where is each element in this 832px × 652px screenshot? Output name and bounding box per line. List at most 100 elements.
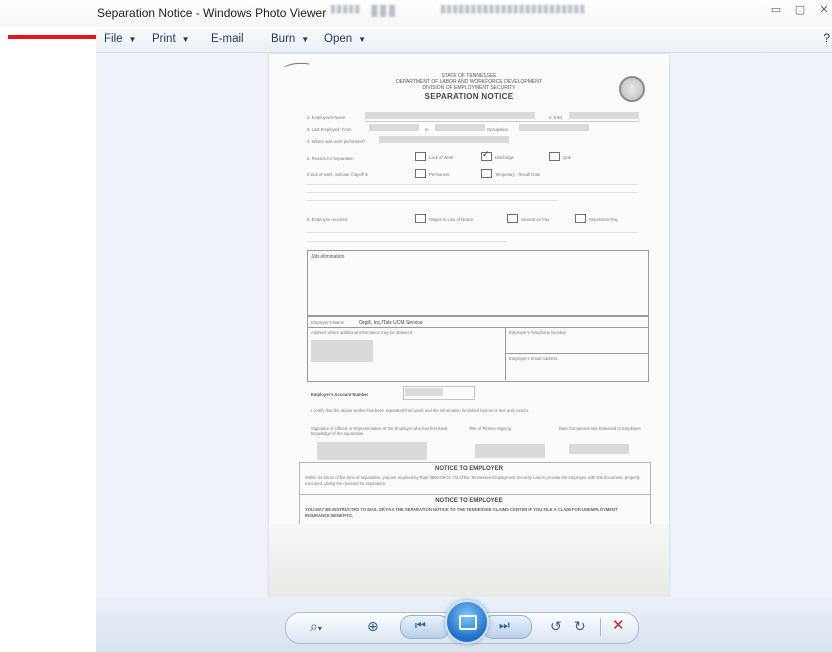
occupation-label: Occupation [487, 127, 509, 132]
magnifier-icon[interactable]: ⌕▾ [310, 619, 322, 635]
to-label: to [425, 127, 429, 132]
notice-employer-heading: NOTICE TO EMPLOYER [435, 466, 503, 472]
rule [307, 200, 557, 201]
employer-phone-label: Employer's Telephone Number [509, 330, 567, 335]
rule [307, 184, 637, 185]
background-ribbon-blur: ▮▮▮ [370, 2, 397, 19]
discharge-label: Discharge [495, 155, 514, 160]
signature-label: Signature of Official or Representative … [311, 426, 448, 436]
redacted-field [365, 112, 535, 119]
toolbar-separator [600, 618, 601, 636]
redacted-account [405, 388, 443, 396]
notice-box [299, 462, 651, 532]
file-menu[interactable]: File ▼ [104, 33, 136, 45]
file-menu-label: File [104, 33, 123, 45]
close-icon[interactable]: ✕ [816, 3, 832, 17]
rule [307, 241, 507, 242]
maximize-icon[interactable]: ▢ [792, 3, 808, 17]
menu-bar: File ▼ Print ▼ E-mail Burn ▼ Open ▼ ? [96, 28, 832, 53]
chevron-down-icon: ▼ [301, 35, 310, 44]
bottom-toolbar: ⌕▾ ⊕ ⏮ ⏭ ↺ ↻ ✕ [96, 597, 832, 652]
received-label: 6. Employee received [307, 217, 348, 222]
reason-label: 5. Reason for Separation [307, 156, 354, 161]
employee-name-label: 1. Employee's Name [307, 115, 346, 120]
explanation-box [307, 250, 649, 316]
separation-pay-checkbox[interactable] [575, 214, 586, 223]
help-icon[interactable]: ? [823, 31, 830, 45]
discharge-checkbox[interactable] [481, 150, 492, 161]
window-title: Separation Notice - Windows Photo Viewer [97, 6, 327, 20]
notice-employer-text: Within 24 hours of the time of separatio… [305, 475, 640, 486]
delete-icon[interactable]: ✕ [612, 616, 625, 634]
employer-email-label: Employer's Email Address [509, 356, 558, 361]
quit-checkbox[interactable] [549, 152, 560, 161]
temporary-checkbox[interactable] [481, 169, 492, 178]
employer-name: Orgill, Inc./Talx UCM Service [359, 320, 423, 326]
email-label: E-mail [211, 33, 244, 45]
minimize-icon[interactable]: ▭ [768, 3, 784, 17]
account-number-label: Employer's Account Number [311, 392, 369, 397]
next-icon: ⏭ [499, 618, 510, 632]
print-menu[interactable]: Print ▼ [152, 33, 190, 45]
background-ribbon-blur: ▮▮▮▮▮ [330, 3, 361, 15]
header-division: DIVISION OF EMPLOYMENT SECURITY [422, 85, 516, 91]
employer-address-label: Address where additional information may… [311, 330, 413, 335]
slideshow-icon [459, 615, 477, 630]
rule [505, 353, 648, 354]
slideshow-button[interactable] [445, 600, 489, 644]
redacted-title [475, 444, 545, 458]
lack-of-work-label: Lack of Work [429, 155, 454, 160]
page-bottom-shade [269, 524, 669, 597]
severance-label: Severance Pay [521, 217, 550, 222]
employer-name-label: Employer's Name [311, 320, 344, 325]
explanation-text: Job elimination [311, 254, 345, 260]
chevron-down-icon: ▼ [358, 35, 367, 44]
wages-in-lieu-checkbox[interactable] [415, 214, 426, 223]
print-menu-label: Print [152, 33, 176, 45]
burn-menu-label: Burn [271, 33, 296, 45]
chevron-down-icon: ▼ [128, 35, 137, 44]
ssn-label: 2. SSN [549, 115, 563, 120]
redacted-date [569, 444, 629, 454]
rule [299, 494, 650, 495]
actual-size-icon[interactable]: ⊕ [367, 619, 379, 635]
certify-text: I certify that the above worker has been… [311, 408, 530, 413]
wages-in-lieu-label: Wages in Lieu of Notice [429, 217, 474, 222]
permanent-label: Permanent [429, 172, 450, 177]
window-controls: ▭ ▢ ✕ [768, 3, 832, 17]
form-title: SEPARATION NOTICE [424, 92, 514, 101]
rule [365, 121, 639, 122]
rule [307, 192, 637, 193]
work-location-label: 4. Where was work performed? [307, 139, 366, 144]
title-bar: Separation Notice - Windows Photo Viewer… [0, 0, 832, 27]
permanent-checkbox[interactable] [415, 169, 426, 178]
separation-pay-label: Separation Pay [589, 217, 618, 222]
burn-menu[interactable]: Burn ▼ [271, 33, 309, 45]
notice-employee-heading: NOTICE TO EMPLOYEE [435, 498, 503, 504]
quit-label: Quit [563, 155, 571, 160]
rule [307, 232, 637, 233]
last-employed-label: 3. Last Employed: From [307, 127, 352, 132]
notice-employee-text: YOU MAY BE INSTRUCTED TO MAIL OR FAX THE… [305, 507, 618, 518]
redacted-signature [317, 442, 427, 460]
rotate-ccw-icon[interactable]: ↺ [550, 619, 562, 635]
redacted-field [519, 124, 589, 131]
rule [307, 327, 648, 328]
open-menu-label: Open [324, 33, 353, 45]
severance-checkbox[interactable] [507, 214, 518, 223]
next-button[interactable]: ⏭ [482, 615, 532, 639]
layoff-label: If lack of work, indicate if layoff is [307, 172, 368, 177]
redacted-field [369, 124, 419, 131]
redacted-address [311, 340, 373, 362]
open-menu[interactable]: Open ▼ [324, 33, 366, 45]
lack-of-work-checkbox[interactable] [415, 152, 426, 161]
email-button[interactable]: E-mail [211, 33, 244, 45]
previous-button[interactable]: ⏮ [400, 615, 450, 639]
image-viewer: STATE OF TENNESSEE DEPARTMENT OF LABOR A… [96, 53, 832, 597]
scanned-document: STATE OF TENNESSEE DEPARTMENT OF LABOR A… [269, 54, 669, 597]
redacted-field [379, 136, 509, 143]
title-signing-label: Title of Person Signing [469, 426, 511, 431]
redacted-field [569, 112, 639, 119]
rotate-cw-icon[interactable]: ↻ [574, 619, 586, 635]
date-label: Date Completed and Released to Employee [559, 426, 641, 431]
